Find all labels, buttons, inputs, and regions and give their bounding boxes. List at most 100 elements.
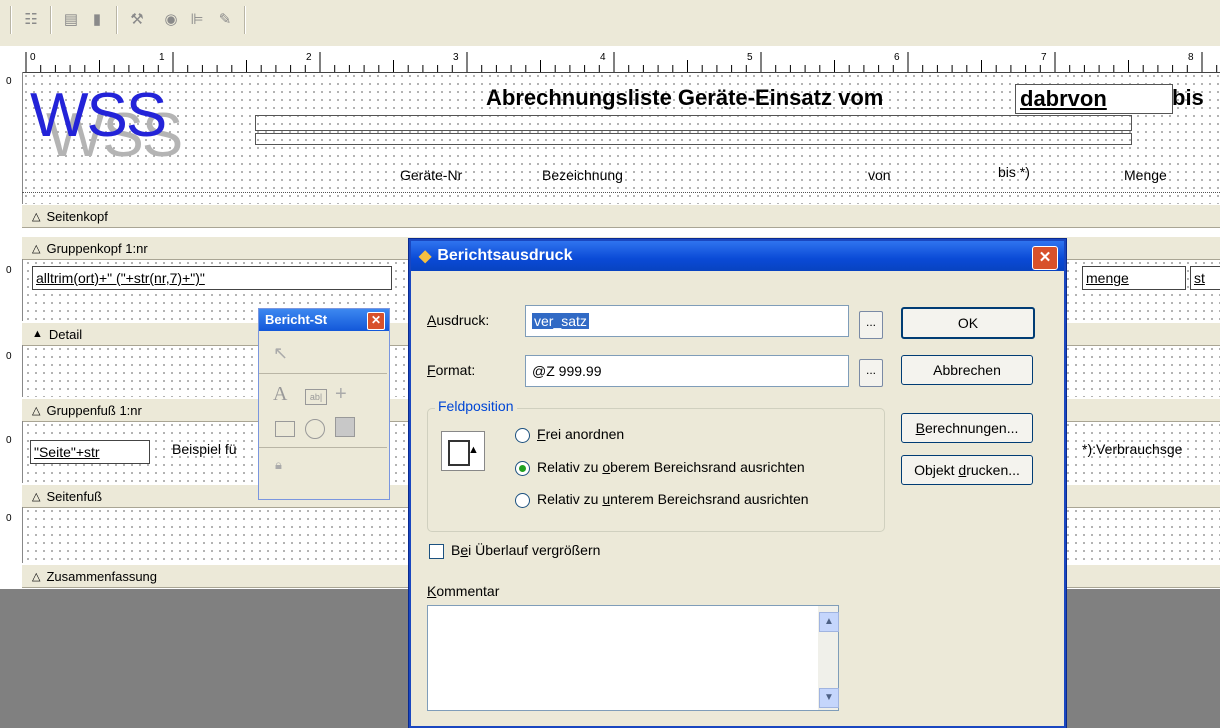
- divider: [22, 192, 1220, 194]
- col-geraete-nr[interactable]: Geräte-Nr: [400, 167, 462, 183]
- toolbar-separator: [116, 6, 118, 34]
- radio-frei[interactable]: [515, 428, 530, 443]
- ruler-number: 8: [1188, 52, 1194, 63]
- triangle-up-filled-icon: ▲: [32, 328, 43, 340]
- ausdruck-browse-button[interactable]: ...: [859, 311, 883, 339]
- col-von[interactable]: von: [868, 167, 891, 183]
- feldposition-label: Feldposition: [435, 398, 517, 414]
- ruler-number: 7: [1041, 52, 1047, 63]
- field-position-icon: ▲: [441, 431, 485, 471]
- triangle-up-icon: △: [32, 210, 41, 223]
- vertical-ruler: 0: [0, 507, 23, 563]
- radio-oberem[interactable]: [515, 461, 530, 476]
- berechnungen-button[interactable]: Berechnungen...: [901, 413, 1033, 443]
- format-input[interactable]: @Z 999.99: [525, 355, 849, 387]
- st-field[interactable]: st: [1190, 266, 1220, 290]
- toolbox-title: Bericht-St: [265, 312, 328, 327]
- ruler-number: 1: [159, 52, 165, 63]
- line-box[interactable]: [255, 133, 1132, 145]
- kommentar-label: Kommentar: [427, 583, 500, 599]
- objekt-drucken-button[interactable]: Objekt drucken...: [901, 455, 1033, 485]
- pointer-icon[interactable]: ↖: [273, 343, 288, 364]
- tools-icon[interactable]: ⚒: [126, 8, 148, 30]
- scroll-down-icon[interactable]: ▼: [819, 688, 839, 708]
- report-title[interactable]: Abrechnungsliste Geräte-Einsatz vom: [486, 85, 883, 111]
- triangle-up-icon: △: [32, 490, 41, 503]
- ruler-number: 4: [600, 52, 606, 63]
- ok-button[interactable]: OK: [901, 307, 1035, 339]
- title-box[interactable]: [255, 115, 1132, 131]
- divider: [259, 447, 387, 448]
- rectangle-tool-icon[interactable]: [275, 421, 295, 437]
- band-label: Detail: [48, 326, 83, 342]
- ausdruck-label: Ausdruck:: [427, 312, 490, 328]
- field-tool-icon[interactable]: ab|: [305, 389, 327, 405]
- band-label: Gruppenkopf 1:nr: [46, 240, 148, 256]
- ueberlauf-checkbox[interactable]: [429, 544, 444, 559]
- gruppenkopf-expression-field[interactable]: alltrim(ort)+" ("+str(nr,7)+")": [32, 266, 392, 290]
- dialog-titlebar[interactable]: ◆ Berichtsausdruck ✕: [411, 241, 1064, 271]
- triangle-up-icon: △: [32, 570, 41, 583]
- beispiel-text[interactable]: Beispiel fü: [172, 441, 237, 457]
- close-icon[interactable]: ✕: [1032, 246, 1058, 270]
- band-label: Gruppenfuß 1:nr: [46, 402, 142, 418]
- radio-oberem-label[interactable]: Relativ zu oberem Bereichsrand ausrichte…: [537, 459, 805, 475]
- berichtsausdruck-dialog[interactable]: ◆ Berichtsausdruck ✕ Ausdruck: ver_satz …: [409, 239, 1066, 728]
- format-label: Format:: [427, 362, 476, 378]
- divider: [259, 373, 387, 374]
- col-bezeichnung[interactable]: Bezeichnung: [542, 167, 623, 183]
- line-tool-icon[interactable]: +: [335, 383, 347, 406]
- app-icon: ◆: [419, 248, 432, 265]
- ruler-number: 0: [6, 76, 12, 87]
- picture-tool-icon[interactable]: [335, 417, 355, 437]
- align-icon[interactable]: ⊫: [186, 8, 208, 30]
- ruler-number: 2: [306, 52, 312, 63]
- toolbox-titlebar[interactable]: Bericht-St ✕: [259, 309, 389, 331]
- horizontal-ruler: 0 1 2 3 4 5 6 7 8: [22, 52, 1220, 73]
- triangle-up-icon: △: [32, 242, 41, 255]
- vertical-ruler: 0: [0, 259, 23, 321]
- verbrauch-note[interactable]: *):Verbrauchsge: [1082, 441, 1182, 457]
- toolbar-separator: [244, 6, 246, 34]
- kommentar-textarea[interactable]: ▲ ▼: [427, 605, 839, 711]
- radio-unterem-label[interactable]: Relativ zu unterem Bereichsrand ausricht…: [537, 491, 809, 507]
- lock-icon[interactable]: 🔒︎: [275, 457, 282, 473]
- col-menge[interactable]: Menge: [1124, 167, 1167, 183]
- ausdruck-input[interactable]: ver_satz: [525, 305, 849, 337]
- toolbar: ☷ ▤ ▮ ⚒ ◉ ⊫ ✎: [0, 0, 1220, 47]
- cancel-button[interactable]: Abbrechen: [901, 355, 1033, 385]
- ruler-number: 3: [453, 52, 459, 63]
- toolbar-separator: [50, 6, 52, 34]
- radio-frei-label[interactable]: Frei anordnen: [537, 426, 624, 442]
- seite-field[interactable]: "Seite"+str: [30, 440, 150, 464]
- radio-unterem[interactable]: [515, 493, 530, 508]
- band-label: Seitenkopf: [46, 208, 108, 224]
- ruler-number: 5: [747, 52, 753, 63]
- vertical-ruler: 0: [0, 421, 23, 483]
- col-bis[interactable]: bis *): [998, 164, 1030, 180]
- band-label: Zusammenfassung: [46, 568, 158, 584]
- layout-icon[interactable]: ▤: [60, 8, 82, 30]
- report-controls-toolbox[interactable]: Bericht-St ✕ ↖ A ab| + 🔒︎: [258, 308, 390, 500]
- menge-field[interactable]: menge: [1082, 266, 1186, 290]
- bis-field[interactable]: bis: [1172, 85, 1204, 111]
- scroll-up-icon[interactable]: ▲: [819, 612, 839, 632]
- close-icon[interactable]: ✕: [367, 312, 385, 330]
- paint-icon[interactable]: ✎: [214, 8, 236, 30]
- label-tool-icon[interactable]: A: [273, 383, 287, 406]
- logo[interactable]: WSS: [30, 80, 167, 151]
- ueberlauf-label[interactable]: Bei Überlauf vergrößern: [451, 542, 600, 558]
- dialog-title: Berichtsausdruck: [437, 247, 573, 264]
- band-label: Seitenfuß: [46, 488, 103, 504]
- dabrvon-field[interactable]: dabrvon: [1015, 84, 1173, 114]
- ellipse-tool-icon[interactable]: [305, 419, 325, 439]
- list-icon[interactable]: ☷: [20, 8, 42, 30]
- globe-icon[interactable]: ◉: [160, 8, 182, 30]
- page-icon[interactable]: ▮: [86, 8, 108, 30]
- ruler-number: 6: [894, 52, 900, 63]
- ausdruck-value: ver_satz: [532, 313, 589, 329]
- kommentar-scrollbar[interactable]: ▲ ▼: [818, 606, 839, 710]
- format-browse-button[interactable]: ...: [859, 359, 883, 387]
- band-seitenkopf[interactable]: △ Seitenkopf: [22, 204, 1220, 228]
- ruler-number: 0: [30, 52, 36, 63]
